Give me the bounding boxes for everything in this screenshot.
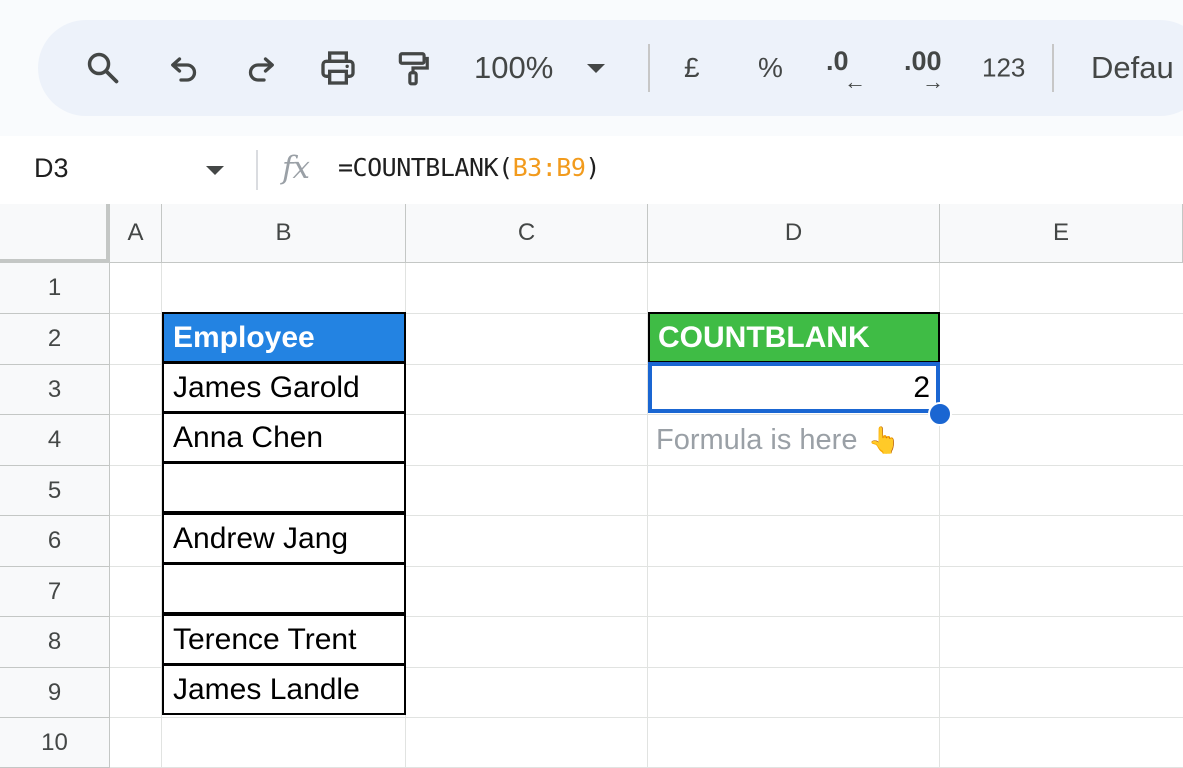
- fx-icon: fx: [282, 150, 310, 186]
- zoom-select[interactable]: 100%: [474, 50, 606, 86]
- paint-format-icon[interactable]: [394, 48, 432, 88]
- row-header-10[interactable]: 10: [0, 718, 110, 768]
- increase-decimal-button[interactable]: .00 →: [902, 46, 950, 94]
- formula-bar: D3 fx =COUNTBLANK(B3:B9): [0, 136, 1183, 204]
- name-box[interactable]: D3: [34, 153, 69, 184]
- cell-b4[interactable]: Anna Chen: [162, 412, 406, 463]
- arrow-left-icon: ←: [844, 69, 866, 94]
- font-label: Defau: [1091, 50, 1174, 85]
- redo-icon[interactable]: [243, 50, 279, 86]
- chevron-down-icon: [587, 63, 606, 73]
- row-header-3[interactable]: 3: [0, 365, 110, 415]
- cell-d3-selected[interactable]: 2: [648, 362, 940, 413]
- column-header-d[interactable]: D: [648, 204, 940, 263]
- column-header-b[interactable]: B: [162, 204, 406, 263]
- cell-b5[interactable]: [162, 462, 406, 513]
- percent-label: %: [758, 52, 783, 83]
- column-header-a[interactable]: A: [110, 204, 162, 263]
- cell-b2[interactable]: Employee: [162, 312, 406, 363]
- toolbar-divider: [648, 44, 650, 92]
- sheet-grid[interactable]: A B C D E 1 2 3 4 5 6 7 8 9 10 Employee …: [0, 204, 1183, 768]
- percent-format-button[interactable]: %: [758, 52, 783, 84]
- row-header-6[interactable]: 6: [0, 516, 110, 567]
- currency-label: £: [684, 52, 700, 83]
- search-icon[interactable]: [84, 49, 122, 87]
- zoom-value: 100%: [474, 50, 554, 85]
- column-header-e[interactable]: E: [940, 204, 1183, 263]
- formula-input[interactable]: =COUNTBLANK(B3:B9): [338, 153, 600, 182]
- select-all-corner[interactable]: [0, 204, 110, 263]
- row-header-5[interactable]: 5: [0, 466, 110, 516]
- decrease-decimal-button[interactable]: .0 ←: [824, 46, 872, 94]
- column-header-c[interactable]: C: [406, 204, 648, 263]
- increase-decimal-icon: .00 →: [902, 46, 950, 94]
- arrow-right-icon: →: [922, 69, 944, 94]
- number-format-label: 123: [982, 52, 1026, 83]
- cell-d2[interactable]: COUNTBLANK: [648, 312, 940, 363]
- decrease-decimal-icon: .0 ←: [824, 46, 872, 94]
- toolbar-divider: [1052, 44, 1054, 92]
- undo-icon[interactable]: [166, 50, 202, 86]
- row-header-9[interactable]: 9: [0, 668, 110, 718]
- cell-b6[interactable]: Andrew Jang: [162, 513, 406, 564]
- row-header-4[interactable]: 4: [0, 415, 110, 466]
- cell-b8[interactable]: Terence Trent: [162, 614, 406, 665]
- font-select[interactable]: Defau: [1091, 50, 1174, 86]
- chevron-down-icon[interactable]: [206, 166, 224, 175]
- formula-bar-divider: [256, 150, 258, 190]
- print-icon[interactable]: [318, 48, 358, 88]
- number-format-button[interactable]: 123: [982, 53, 1025, 84]
- cell-b7[interactable]: [162, 563, 406, 614]
- formula-prefix: =COUNTBLANK(: [338, 153, 513, 182]
- pointing-up-hand-icon: 👆: [867, 425, 900, 455]
- cell-b3[interactable]: James Garold: [162, 362, 406, 413]
- cell-d4[interactable]: Formula is here 👆: [656, 415, 956, 466]
- formula-note-text: Formula is here: [656, 424, 858, 456]
- cell-b9[interactable]: James Landle: [162, 664, 406, 715]
- row-header-7[interactable]: 7: [0, 567, 110, 617]
- row-header-8[interactable]: 8: [0, 617, 110, 668]
- toolbar: 100% £ % .0 ← .00 → 123 Defau: [38, 20, 1183, 116]
- formula-range-ref: B3:B9: [512, 153, 586, 182]
- row-header-1[interactable]: 1: [0, 263, 110, 314]
- row-header-2[interactable]: 2: [0, 314, 110, 365]
- formula-suffix: ): [585, 153, 600, 182]
- currency-format-button[interactable]: £: [684, 52, 700, 84]
